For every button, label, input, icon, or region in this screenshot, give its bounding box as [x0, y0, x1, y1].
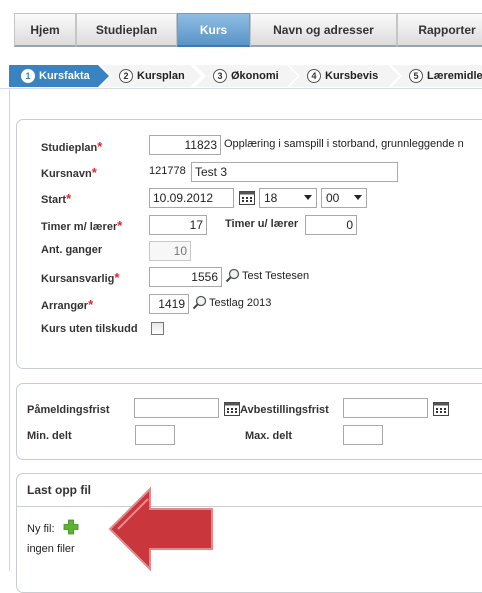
no-files-text: ingen filer [27, 543, 75, 555]
step-kursfakta[interactable]: 1 Kursfakta [9, 65, 109, 87]
new-file-label: Ny fil: [27, 523, 55, 535]
upload-title: Last opp fil [27, 483, 91, 497]
timer-u-laerer-input[interactable]: 0 [305, 215, 357, 235]
kursnavn-label: Kursnavn* [41, 165, 97, 180]
ant-ganger-label: Ant. ganger [41, 244, 103, 256]
calendar-icon[interactable] [224, 401, 240, 416]
arrangor-name: Testlag 2013 [209, 297, 272, 309]
step-label: Kursplan [137, 70, 185, 82]
timer-m-laerer-label: Timer m/ lærer* [41, 218, 123, 233]
max-delt-label: Max. delt [245, 430, 293, 442]
arrangor-label: Arrangør* [41, 297, 94, 312]
upload-panel: Last opp fil Ny fil: ingen filer [16, 473, 482, 593]
max-delt-input[interactable] [343, 425, 383, 445]
add-icon[interactable] [63, 519, 79, 535]
min-delt-input[interactable] [135, 425, 175, 445]
kursansvarlig-input[interactable]: 1556 [149, 267, 222, 287]
step-number: 2 [119, 69, 133, 83]
kursnavn-number: 121778 [149, 165, 186, 177]
min-delt-label: Min. delt [27, 430, 72, 442]
kursansvarlig-name: Test Testesen [242, 270, 310, 282]
pameldingsfrist-input[interactable] [134, 398, 219, 418]
avbestillingsfrist-input[interactable] [343, 398, 428, 418]
calendar-icon[interactable] [239, 190, 255, 205]
start-minute-select[interactable]: 00 [321, 188, 367, 208]
step-number: 3 [213, 69, 227, 83]
timer-m-laerer-input[interactable]: 17 [149, 215, 207, 235]
step-label: Læremidle [427, 70, 482, 82]
ant-ganger-input: 10 [149, 241, 191, 261]
start-label: Start* [41, 191, 72, 206]
tab-rapporter[interactable]: Rapporter [397, 13, 482, 47]
step-kursbevis[interactable]: 4 Kursbevis [289, 65, 399, 87]
start-minute-value: 00 [326, 191, 340, 205]
step-laeremidler[interactable]: 5 Læremidle [391, 65, 482, 87]
start-hour-value: 18 [264, 191, 278, 205]
tab-studieplan[interactable]: Studieplan [76, 13, 177, 47]
kursnavn-input[interactable]: Test 3 [191, 162, 398, 182]
main-nav: Hjem Studieplan Kurs Navn og adresser Ra… [14, 13, 482, 49]
studieplan-input[interactable]: 11823 [149, 135, 221, 155]
avbestillingsfrist-label: Avbestillingsfrist [240, 404, 329, 416]
divider [0, 88, 482, 89]
search-icon[interactable] [225, 268, 240, 283]
tab-navn-og-adresser[interactable]: Navn og adresser [250, 13, 397, 47]
studieplan-description: Opplæring i samspill i storband, grunnle… [224, 138, 464, 150]
step-number: 5 [409, 69, 423, 83]
step-number: 1 [21, 69, 35, 83]
timer-u-laerer-label: Timer u/ lærer [225, 218, 299, 230]
start-date-input[interactable]: 10.09.2012 [149, 188, 234, 208]
step-number: 4 [307, 69, 321, 83]
step-kursplan[interactable]: 2 Kursplan [101, 65, 201, 87]
search-icon[interactable] [192, 295, 207, 310]
chevron-down-icon [304, 195, 312, 200]
studieplan-label: Studieplan* [41, 139, 103, 154]
kurs-uten-tilskudd-label: Kurs uten tilskudd [41, 323, 138, 335]
pameldingsfrist-label: Påmeldingsfrist [27, 404, 110, 416]
kurs-uten-tilskudd-checkbox[interactable] [151, 322, 164, 335]
kursansvarlig-label: Kursansvarlig* [41, 270, 120, 285]
tab-hjem[interactable]: Hjem [14, 13, 76, 47]
arrangor-input[interactable]: 1419 [149, 294, 189, 314]
tab-kurs[interactable]: Kurs [177, 13, 250, 47]
calendar-icon[interactable] [433, 401, 449, 416]
step-okonomi[interactable]: 3 Økonomi [195, 65, 298, 87]
deadlines-panel: Påmeldingsfrist Avbestillingsfrist Min. … [16, 383, 482, 460]
annotation-arrow [108, 487, 213, 571]
step-label: Kursbevis [325, 70, 379, 82]
chevron-down-icon [354, 195, 362, 200]
step-label: Kursfakta [39, 70, 90, 82]
page-left-border [9, 88, 10, 571]
upload-header: Last opp fil [17, 474, 482, 507]
step-label: Økonomi [231, 70, 279, 82]
kursfakta-panel: Studieplan* 11823 Opplæring i samspill i… [16, 119, 482, 369]
start-hour-select[interactable]: 18 [259, 188, 317, 208]
step-wizard: 1 Kursfakta 2 Kursplan 3 Økonomi 4 Kursb… [0, 65, 482, 87]
